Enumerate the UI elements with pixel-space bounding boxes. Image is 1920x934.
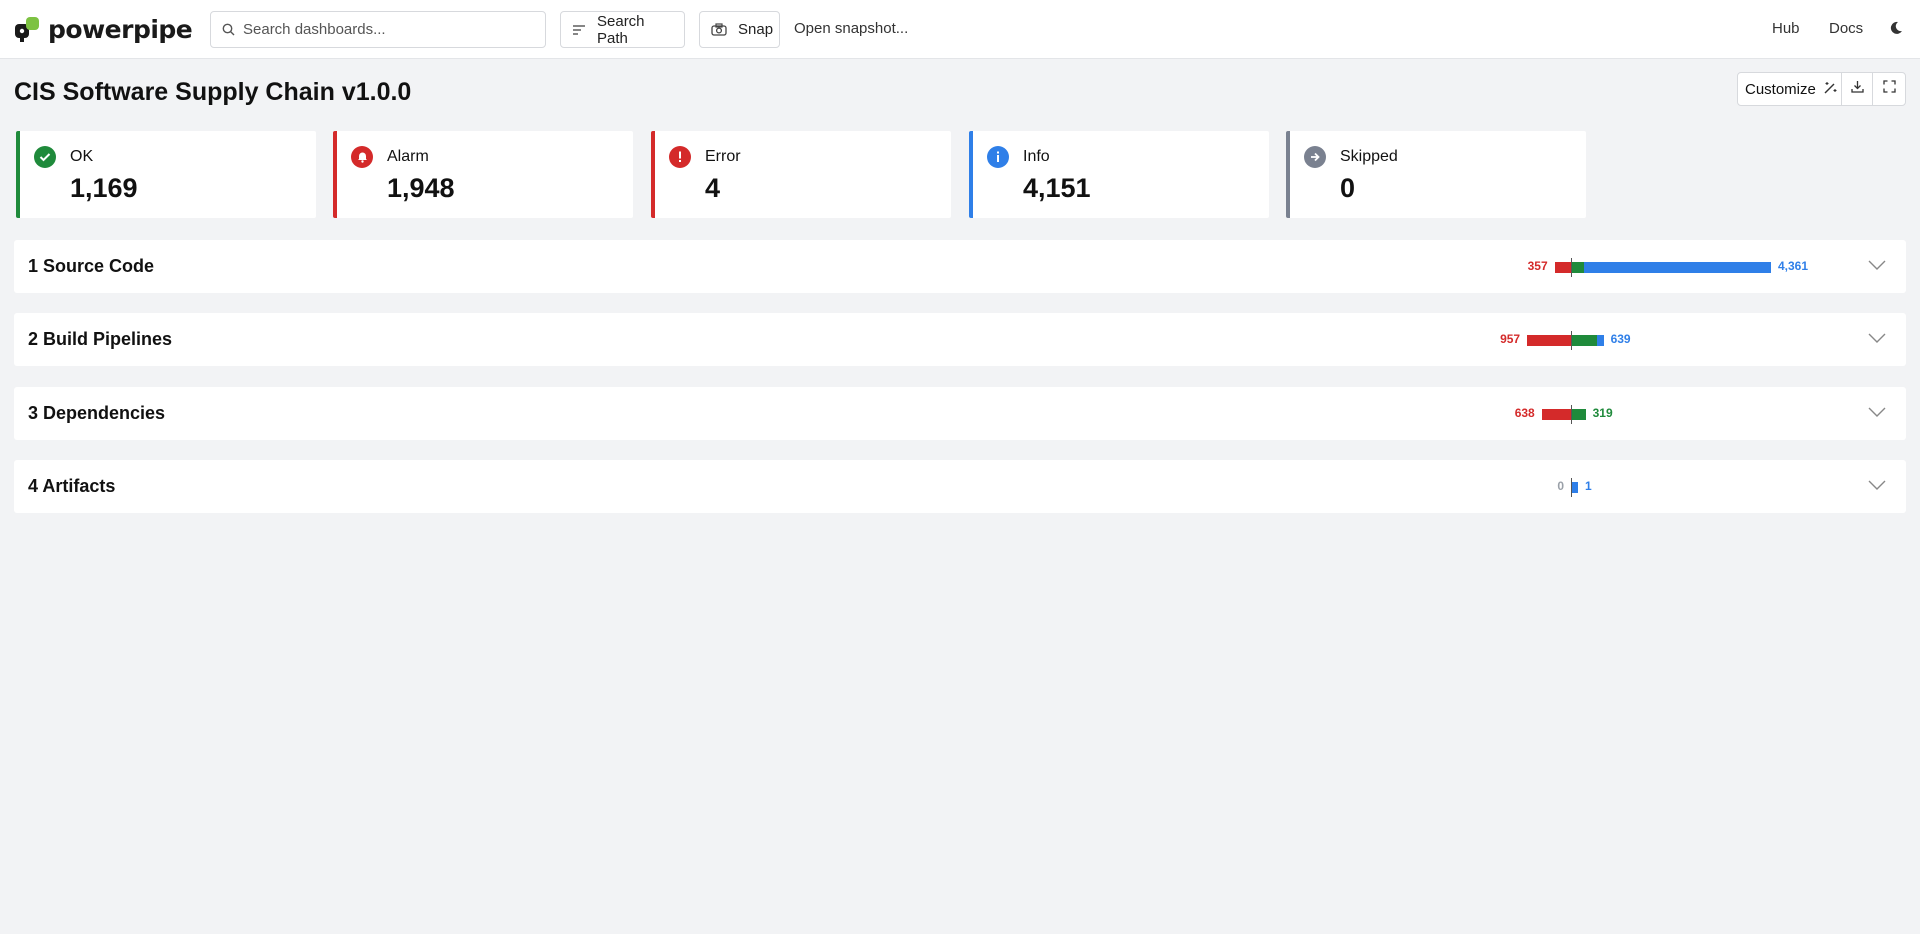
benchmark-section-source-code[interactable]: 1 Source Code 357 4,361 (14, 240, 1906, 293)
alarm-count: 0 (1557, 479, 1564, 493)
powerpipe-logo[interactable]: powerpipe (14, 14, 193, 44)
download-icon (1850, 80, 1864, 98)
search-dashboards-field[interactable] (210, 11, 546, 48)
ok-bar-segment (1571, 262, 1585, 273)
summary-card-value: 1,948 (387, 173, 455, 203)
search-input[interactable] (243, 21, 523, 38)
logo-icon (15, 17, 39, 42)
summary-card-label: Alarm (387, 148, 429, 165)
bar-center-axis (1571, 478, 1572, 497)
right-count: 1 (1585, 479, 1592, 493)
summary-card-alarm: Alarm 1,948 (333, 131, 633, 218)
ok-bar-segment (1571, 409, 1586, 420)
chevron-down-icon[interactable] (1868, 257, 1886, 275)
right-count: 639 (1610, 332, 1631, 346)
search-icon (222, 23, 235, 36)
chevron-down-icon[interactable] (1868, 404, 1886, 422)
bar-center-axis (1571, 405, 1572, 424)
section-title: 1 Source Code (28, 256, 155, 276)
alarm-bar-segment (1527, 335, 1571, 346)
download-button[interactable] (1842, 73, 1874, 105)
filter-lines-icon (572, 24, 586, 36)
benchmark-section-artifacts[interactable]: 4 Artifacts 0 1 (14, 460, 1906, 513)
summary-card-value: 4,151 (1023, 173, 1091, 203)
chevron-down-icon[interactable] (1868, 477, 1886, 495)
exclamation-icon (669, 146, 691, 168)
info-bar-segment (1571, 482, 1578, 493)
camera-icon (711, 23, 727, 36)
section-title: 3 Dependencies (28, 403, 166, 423)
right-count: 4,361 (1778, 259, 1809, 273)
hub-link[interactable]: Hub (1772, 20, 1800, 37)
right-count: 319 (1592, 406, 1613, 420)
page-title: CIS Software Supply Chain v1.0.0 (14, 78, 412, 106)
section-title: 2 Build Pipelines (28, 329, 173, 349)
arrow-right-icon (1304, 146, 1326, 168)
customize-button[interactable]: Customize (1738, 73, 1842, 105)
dashboard-toolbar: Customize (1737, 72, 1906, 106)
summary-card-value: 0 (1340, 173, 1356, 203)
fullscreen-button[interactable] (1873, 73, 1905, 105)
bell-icon (351, 146, 373, 168)
logo-text: powerpipe (48, 14, 193, 44)
alarm-count: 957 (1500, 332, 1521, 346)
alarm-bar-segment (1541, 409, 1571, 420)
summary-card-value: 1,169 (70, 173, 138, 203)
snap-button[interactable]: Snap (699, 11, 780, 48)
search-path-button[interactable]: Search Path (560, 11, 685, 48)
section-title: 4 Artifacts (28, 476, 116, 496)
snap-label: Snap (738, 21, 774, 38)
summary-card-skipped: Skipped 0 (1286, 131, 1586, 218)
summary-card-label: Error (705, 148, 741, 165)
summary-card-label: Skipped (1340, 148, 1398, 165)
ok-bar-segment (1571, 335, 1597, 346)
alarm-count: 638 (1514, 406, 1535, 420)
wand-icon (1824, 81, 1837, 98)
chevron-down-icon[interactable] (1868, 330, 1886, 348)
top-navigation-bar: powerpipe Search Path Snap Open snapshot… (0, 0, 1920, 59)
summary-card-ok: OK 1,169 (16, 131, 316, 218)
search-path-label: Search Path (597, 12, 645, 47)
check-circle-icon (34, 146, 56, 168)
info-icon (987, 146, 1009, 168)
info-bar-segment (1584, 262, 1771, 273)
summary-card-label: OK (70, 148, 94, 165)
customize-label: Customize (1745, 80, 1816, 98)
summary-card-label: Info (1023, 148, 1050, 165)
alarm-bar-segment (1554, 262, 1571, 273)
docs-link[interactable]: Docs (1829, 20, 1863, 37)
info-bar-segment (1596, 335, 1604, 346)
summary-card-info: Info 4,151 (969, 131, 1269, 218)
summary-card-error: Error 4 (651, 131, 951, 218)
dark-mode-moon-icon[interactable] (1889, 21, 1903, 40)
open-snapshot-link[interactable]: Open snapshot... (794, 20, 908, 37)
benchmark-section-build-pipelines[interactable]: 2 Build Pipelines 957 639 (14, 313, 1906, 366)
summary-card-value: 4 (705, 173, 721, 203)
bar-center-axis (1571, 258, 1572, 277)
expand-icon (1883, 80, 1896, 98)
bar-center-axis (1571, 331, 1572, 350)
alarm-count: 357 (1527, 259, 1548, 273)
benchmark-section-dependencies[interactable]: 3 Dependencies 638 319 (14, 387, 1906, 440)
